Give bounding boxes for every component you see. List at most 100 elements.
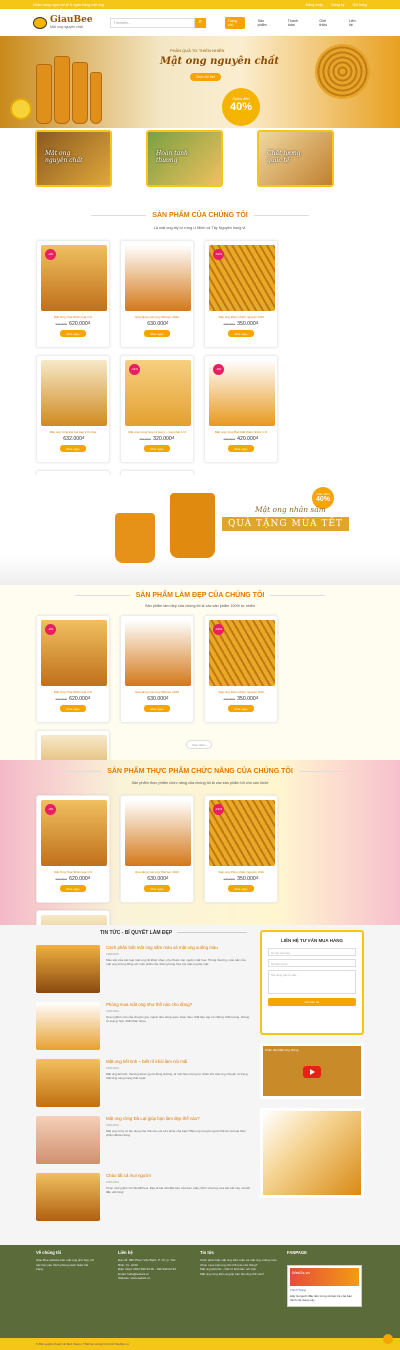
message-field[interactable]: Nội dung cần tư vấn...: [268, 970, 356, 994]
product-image[interactable]: -3%: [41, 800, 107, 866]
product-card[interactable]: -3% Mật Ong Hoa Nhãn loại 1 lít 640.000₫ 62…: [36, 240, 110, 348]
buy-now-button[interactable]: Mua ngay: [228, 445, 254, 452]
news-thumbnail[interactable]: [36, 1173, 100, 1221]
product-card[interactable]: -11% Mật ong rừng hoa cỏ loại 1 – loại ch…: [120, 355, 194, 463]
buy-now-button[interactable]: Mua ngay: [60, 705, 86, 712]
register-link[interactable]: Đăng ký: [331, 3, 344, 7]
search-button[interactable]: ⌕: [194, 17, 206, 28]
nav-products[interactable]: Sản phẩm: [255, 17, 275, 29]
login-link[interactable]: Đăng nhập: [306, 3, 324, 7]
buy-now-button[interactable]: Mua ngay: [60, 330, 86, 337]
search-input[interactable]: Tìm kiếm...: [109, 17, 195, 28]
product-name[interactable]: Mật Ong Hoa Nhãn loại 1 lít: [37, 870, 109, 874]
news-thumbnail[interactable]: [36, 1059, 100, 1107]
old-price: 640.000₫: [55, 697, 68, 701]
product-card[interactable]: -9% Mật ong rừng Bạc Đất thiên nhiên 1 lí…: [204, 355, 278, 463]
name-field[interactable]: Họ tên của bạn: [268, 948, 356, 956]
promo-banner[interactable]: Giảm đến 40% Mật ong nhân sâm QUÀ TẶNG MÙ…: [0, 475, 400, 585]
buy-now-button[interactable]: Mua ngay: [144, 885, 170, 892]
product-card[interactable]: -19% Sáp ong thiên nhiên nguyên chất 430.0…: [204, 615, 278, 723]
play-icon[interactable]: [303, 1066, 321, 1078]
discount-badge: -19%: [213, 804, 224, 815]
news-item[interactable]: Cách phân biệt mật ong sấm màu và mật on…: [36, 945, 251, 995]
news-thumbnail[interactable]: [36, 945, 100, 993]
news-item[interactable]: Chào tất cả mọi người! 19/01/2019 Chúc mừn…: [36, 1173, 251, 1223]
product-card[interactable]: Quà tặng mật ong Hitoben 2019 630.000₫ Mua…: [120, 240, 194, 348]
news-thumbnail[interactable]: [36, 1002, 100, 1050]
category-card[interactable]: Chất lượng quốc tế: [257, 130, 334, 187]
category-row: Mật ong nguyên chất Hoàn tanh thương Chấ…: [35, 130, 368, 187]
product-price: 640.000₫ 620.000₫: [37, 321, 109, 327]
buy-now-button[interactable]: Mua ngay: [60, 885, 86, 892]
product-name[interactable]: Mật Ong Hoa Nhãn loại 1 lít: [37, 690, 109, 694]
product-name[interactable]: Quà tặng mật ong Hitoben 2019: [121, 315, 193, 319]
product-card[interactable]: Mật ong rừng Đà Lạt loại 2 lít chai 632.0…: [36, 355, 110, 463]
product-card[interactable]: Quà tặng mật ong Hitoben 2019 630.000₫ Mua…: [120, 615, 194, 723]
product-image[interactable]: -3%: [41, 245, 107, 311]
nav-checkout[interactable]: Thanh toán: [285, 17, 307, 29]
product-card[interactable]: -3% Mật Ong Hoa Nhãn loại 1 lít 640.000₫ 62…: [36, 615, 110, 723]
product-card[interactable]: -19% Sáp ong thiên nhiên nguyên chất 430.0…: [204, 240, 278, 348]
buy-now-button[interactable]: Mua ngay: [228, 330, 254, 337]
product-image[interactable]: -11%: [125, 360, 191, 426]
product-name[interactable]: Quà tặng mật ong Hitoben 2019: [121, 690, 193, 694]
see-more-button[interactable]: Xem thêm: [186, 740, 212, 749]
product-image[interactable]: [125, 245, 191, 311]
fb-banner: Web2s.vn: [290, 1268, 359, 1286]
news-item[interactable]: Mật ong rừng Đà Lạt giúp bạn làm đẹp thế…: [36, 1116, 251, 1166]
product-card[interactable]: -19% Sáp ong thiên nhiên nguyên chất 430.0…: [204, 795, 278, 903]
news-title-link[interactable]: Chào tất cả mọi người!: [106, 1173, 251, 1178]
product-card[interactable]: -3% Mật Ong Hoa Nhãn loại 1 lít 640.000₫ 62…: [36, 795, 110, 903]
logo[interactable]: GiauBee Mật ong nguyên chất: [33, 16, 105, 29]
news-item[interactable]: Phòng mua mật ong như thế nào cho đúng? 1…: [36, 1002, 251, 1052]
nav-contact[interactable]: Liên hệ: [346, 17, 362, 29]
product-name[interactable]: Mật ong rừng Bạc Đất thiên nhiên 1 lít: [205, 430, 277, 434]
cart-link[interactable]: Giỏ hàng: [352, 3, 367, 7]
category-card[interactable]: Mật ong nguyên chất: [35, 130, 112, 187]
product-image[interactable]: -3%: [41, 620, 107, 686]
product-image[interactable]: -19%: [209, 620, 275, 686]
product-image[interactable]: -9%: [209, 360, 275, 426]
product-image[interactable]: [125, 620, 191, 686]
product-name[interactable]: Mật ong rừng Đà Lạt loại 2 lít chai: [37, 430, 109, 434]
section-subtitle: Sản phẩm làm đẹp của chúng tôi là các sả…: [145, 604, 255, 608]
product-image[interactable]: -19%: [209, 245, 275, 311]
video-player[interactable]: Phân biệt Mật Ong Rừng: [260, 1043, 364, 1099]
back-to-top-button[interactable]: [383, 1334, 393, 1344]
buy-now-button[interactable]: Mua ngay: [228, 705, 254, 712]
buy-now-button[interactable]: Mua ngay: [144, 705, 170, 712]
nav-about[interactable]: Giới thiệu: [316, 17, 335, 29]
buy-now-button[interactable]: Mua ngay: [144, 445, 170, 452]
product-name[interactable]: Sáp ong thiên nhiên nguyên chất: [205, 690, 277, 694]
news-title-link[interactable]: Mật ong kết tinh – biết rõ khỏi làm nói …: [106, 1059, 251, 1064]
news-title-link[interactable]: Mật ong rừng Đà Lạt giúp bạn làm đẹp thế…: [106, 1116, 251, 1121]
buy-now-button[interactable]: Mua ngay: [144, 330, 170, 337]
fb-like-button[interactable]: Thích Trang: [290, 1288, 359, 1292]
hero-banner[interactable]: PHẤN QUẢ TỪ THIÊN NHIÊN Mật ong nguyên c…: [0, 36, 400, 128]
hero-discount-badge: Giảm đến 40%: [222, 88, 260, 126]
product-name[interactable]: Mật ong rừng hoa cỏ loại 1 – loại chai 1…: [121, 430, 193, 434]
hero-cta-button[interactable]: Xem chi tiết: [190, 73, 221, 81]
product-name[interactable]: Quà tặng mật ong Hitoben 2019: [121, 870, 193, 874]
current-price: 630.000₫: [147, 876, 169, 882]
product-name[interactable]: Sáp ong thiên nhiên nguyên chất: [205, 870, 277, 874]
news-thumbnail[interactable]: [36, 1116, 100, 1164]
footer-news-link[interactable]: Mật ong rừng Đà Lạt giúp bạn làm đẹp thế…: [200, 1272, 280, 1276]
product-image[interactable]: -19%: [209, 800, 275, 866]
phone-field[interactable]: Số điện thoại: [268, 959, 356, 967]
product-image[interactable]: [125, 800, 191, 866]
product-name[interactable]: Sáp ong thiên nhiên nguyên chất: [205, 315, 277, 319]
buy-now-button[interactable]: Mua ngay: [228, 885, 254, 892]
send-button[interactable]: Gửi liên hệ: [268, 998, 356, 1006]
news-item[interactable]: Mật ong kết tinh – biết rõ khỏi làm nói …: [36, 1059, 251, 1109]
product-image[interactable]: [41, 360, 107, 426]
news-title-link[interactable]: Phòng mua mật ong như thế nào cho đúng?: [106, 1002, 251, 1007]
news-title-link[interactable]: Cách phân biệt mật ong sấm màu và mật on…: [106, 945, 251, 950]
news-date: 19/01/2019: [106, 1181, 119, 1184]
facebook-widget[interactable]: Web2s.vn Thích Trang Hãy là người đầu ti…: [287, 1265, 362, 1307]
nav-home[interactable]: Trang chủ: [224, 16, 245, 29]
product-name[interactable]: Mật Ong Hoa Nhãn loại 1 lít: [37, 315, 109, 319]
product-card[interactable]: Quà tặng mật ong Hitoben 2019 630.000₫ Mua…: [120, 795, 194, 903]
buy-now-button[interactable]: Mua ngay: [60, 445, 86, 452]
category-card[interactable]: Hoàn tanh thương: [146, 130, 223, 187]
